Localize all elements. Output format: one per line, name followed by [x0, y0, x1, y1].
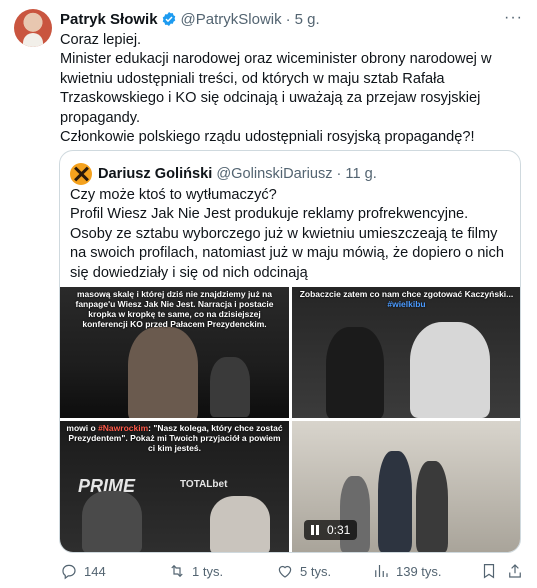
- quote-time[interactable]: 11 g.: [345, 166, 376, 182]
- hashtag-link[interactable]: #Nawrockim: [98, 423, 148, 433]
- quoted-tweet[interactable]: Dariusz Goliński @GolinskiDariusz · 11 g…: [59, 150, 521, 553]
- author-avatar[interactable]: [14, 9, 52, 47]
- tweet-header: Patryk Słowik @PatrykSlowik · 5 g. ···: [60, 9, 523, 29]
- separator-dot: ·: [285, 10, 291, 28]
- repost-button[interactable]: 1 tys.: [168, 562, 223, 580]
- media-grid: masową skalę i której dziś nie znajdziem…: [60, 287, 520, 552]
- sponsor-logo: TOTALbet: [180, 479, 228, 490]
- like-count: 5 tys.: [300, 563, 332, 579]
- author-handle[interactable]: @PatrykSlowik: [181, 11, 282, 28]
- view-count: 139 tys.: [396, 563, 442, 579]
- quote-text: Czy może ktoś to wytłumaczyć? Profil Wie…: [70, 186, 510, 283]
- quote-author-name[interactable]: Dariusz Goliński: [98, 166, 212, 182]
- author-name[interactable]: Patryk Słowik: [60, 11, 158, 28]
- quote-line: Czy może ktoś to wytłumaczyć?: [70, 187, 277, 203]
- bookmark-button[interactable]: [480, 562, 498, 580]
- media-2-caption: Zobaczcie zatem co nam chce zgotować Kac…: [292, 289, 520, 309]
- separator-dot: ·: [336, 166, 342, 182]
- tweet-line: Coraz lepiej.: [60, 32, 142, 48]
- media-3-caption-prefix: mowi o: [66, 423, 99, 433]
- media-3-caption: mowi o #Nawrockim: "Nasz kolega, który c…: [60, 423, 289, 453]
- pause-icon[interactable]: [310, 525, 320, 535]
- quote-line: Profil Wiesz Jak Nie Jest produkuje rekl…: [70, 206, 469, 223]
- tweet-line: Minister edukacji narodowej oraz wicemin…: [60, 51, 492, 126]
- media-video[interactable]: 0:31: [292, 421, 520, 552]
- tweet-text: Coraz lepiej. Minister edukacji narodowe…: [60, 31, 522, 147]
- verified-badge-icon: [162, 12, 175, 26]
- media-2-caption-text: Zobaczcie zatem co nam chce zgotować Kac…: [299, 289, 514, 299]
- quote-line: Osoby ze sztabu wyborczego już w kwietni…: [70, 225, 504, 281]
- share-icon: [509, 564, 521, 578]
- media-image-3[interactable]: PRIME TOTALbet mowi o #Nawrockim: "Nasz …: [60, 421, 289, 552]
- share-button[interactable]: [506, 562, 524, 580]
- reply-icon: [62, 564, 76, 580]
- tweet-line: Członkowie polskiego rządu udostępniali …: [60, 129, 475, 146]
- media-image-2[interactable]: Zobaczcie zatem co nam chce zgotować Kac…: [292, 287, 520, 418]
- tweet[interactable]: Patryk Słowik @PatrykSlowik · 5 g. ··· C…: [0, 0, 537, 588]
- views-chart-icon: [375, 565, 388, 577]
- hashtag-link[interactable]: #wielkibu: [387, 299, 425, 309]
- quote-author-handle[interactable]: @GolinskiDariusz: [216, 166, 332, 182]
- quote-header: Dariusz Goliński @GolinskiDariusz · 11 g…: [70, 163, 377, 185]
- heart-icon: [278, 565, 292, 578]
- more-options-icon[interactable]: ···: [504, 9, 523, 27]
- views-button[interactable]: 139 tys.: [372, 562, 442, 580]
- repost-count: 1 tys.: [192, 563, 224, 579]
- quote-author-avatar[interactable]: [70, 163, 92, 185]
- reply-button[interactable]: 144: [60, 562, 106, 580]
- reply-count: 144: [84, 563, 106, 579]
- tweet-time[interactable]: 5 g.: [295, 11, 320, 28]
- like-button[interactable]: 5 tys.: [276, 562, 331, 580]
- media-1-caption: masową skalę i której dziś nie znajdziem…: [75, 289, 274, 329]
- repost-icon: [171, 564, 183, 578]
- action-bar: 144 1 tys. 5 tys. 139 tys.: [60, 560, 522, 582]
- video-duration: 0:31: [327, 523, 351, 537]
- media-image-1[interactable]: masową skalę i której dziś nie znajdziem…: [60, 287, 289, 418]
- bookmark-icon: [483, 564, 495, 579]
- video-duration-badge[interactable]: 0:31: [304, 520, 358, 540]
